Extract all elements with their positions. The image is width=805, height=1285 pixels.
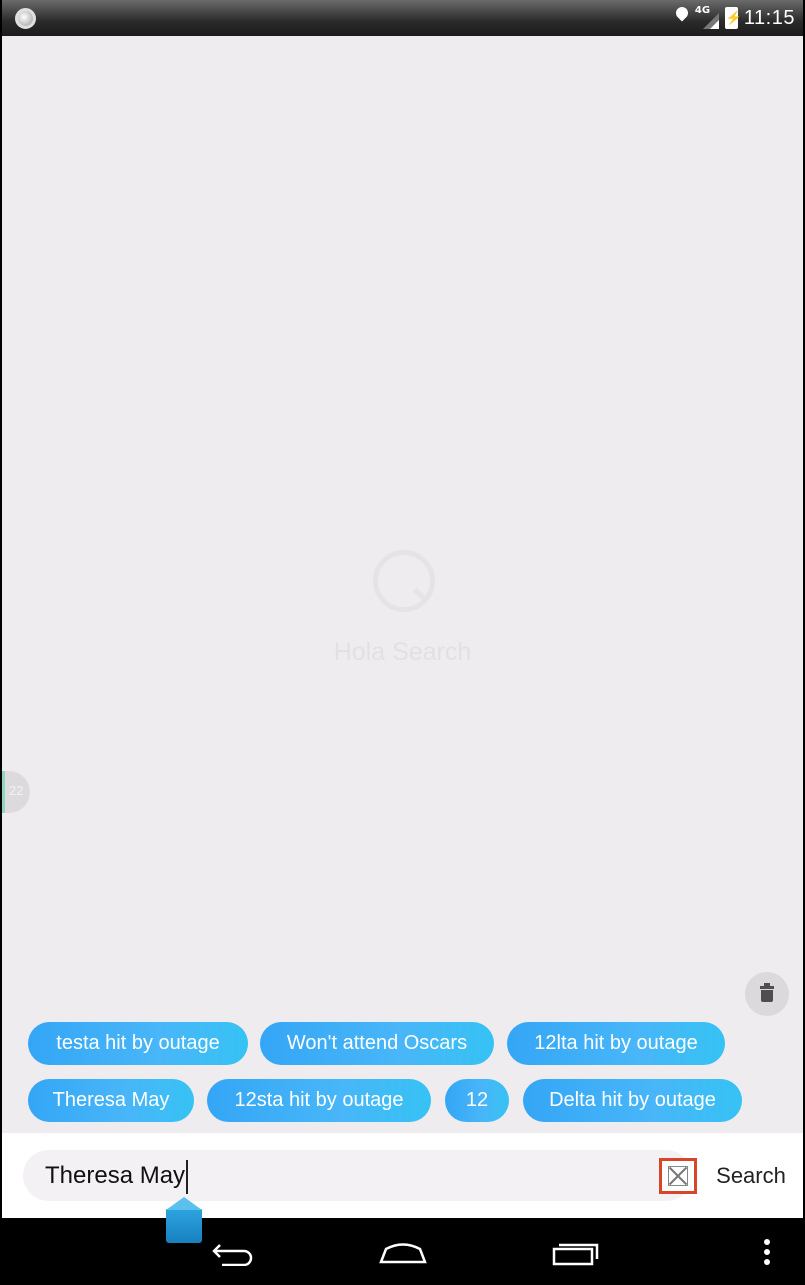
trash-icon xyxy=(760,983,774,989)
side-tab-handle[interactable]: 22 xyxy=(2,771,30,813)
close-icon xyxy=(668,1166,688,1186)
back-icon[interactable] xyxy=(210,1238,256,1266)
recents-icon[interactable] xyxy=(550,1238,600,1268)
history-chip[interactable]: 12 xyxy=(445,1079,509,1122)
battery-charging-icon xyxy=(724,7,742,29)
home-icon[interactable] xyxy=(378,1238,428,1268)
more-options-icon[interactable] xyxy=(760,1238,774,1272)
search-bar: Theresa May Search xyxy=(2,1133,803,1218)
status-icons: 4G 11:15 xyxy=(675,5,795,31)
history-chip[interactable]: Theresa May xyxy=(28,1079,194,1122)
search-field[interactable]: Theresa May xyxy=(23,1150,697,1201)
side-tab-label: 22 xyxy=(9,783,24,798)
notification-icon xyxy=(15,8,36,29)
history-chip[interactable]: 12sta hit by outage xyxy=(207,1079,431,1122)
clock: 11:15 xyxy=(743,6,795,29)
history-chip[interactable]: Won't attend Oscars xyxy=(260,1022,494,1065)
signal-icon: 4G xyxy=(695,5,719,29)
app-screen: 4G 11:15 Hola Search 22 testa hit by out… xyxy=(2,0,803,1285)
status-bar: 4G 11:15 xyxy=(2,0,803,36)
logo-text: Hola Search xyxy=(333,638,472,666)
search-button[interactable]: Search xyxy=(701,1150,801,1201)
history-chip[interactable]: Delta hit by outage xyxy=(523,1079,742,1122)
navigation-bar xyxy=(2,1218,803,1285)
text-selection-handle[interactable] xyxy=(166,1197,202,1243)
search-input-text: Theresa May xyxy=(45,1162,186,1189)
history-chip[interactable]: testa hit by outage xyxy=(28,1022,248,1065)
search-input[interactable]: Theresa May xyxy=(45,1150,189,1201)
search-icon xyxy=(373,548,435,612)
text-caret xyxy=(186,1159,189,1194)
clear-input-button[interactable] xyxy=(659,1158,697,1194)
clear-history-button[interactable] xyxy=(745,972,789,1016)
location-icon xyxy=(675,7,689,29)
history-chip[interactable]: 12lta hit by outage xyxy=(507,1022,725,1065)
